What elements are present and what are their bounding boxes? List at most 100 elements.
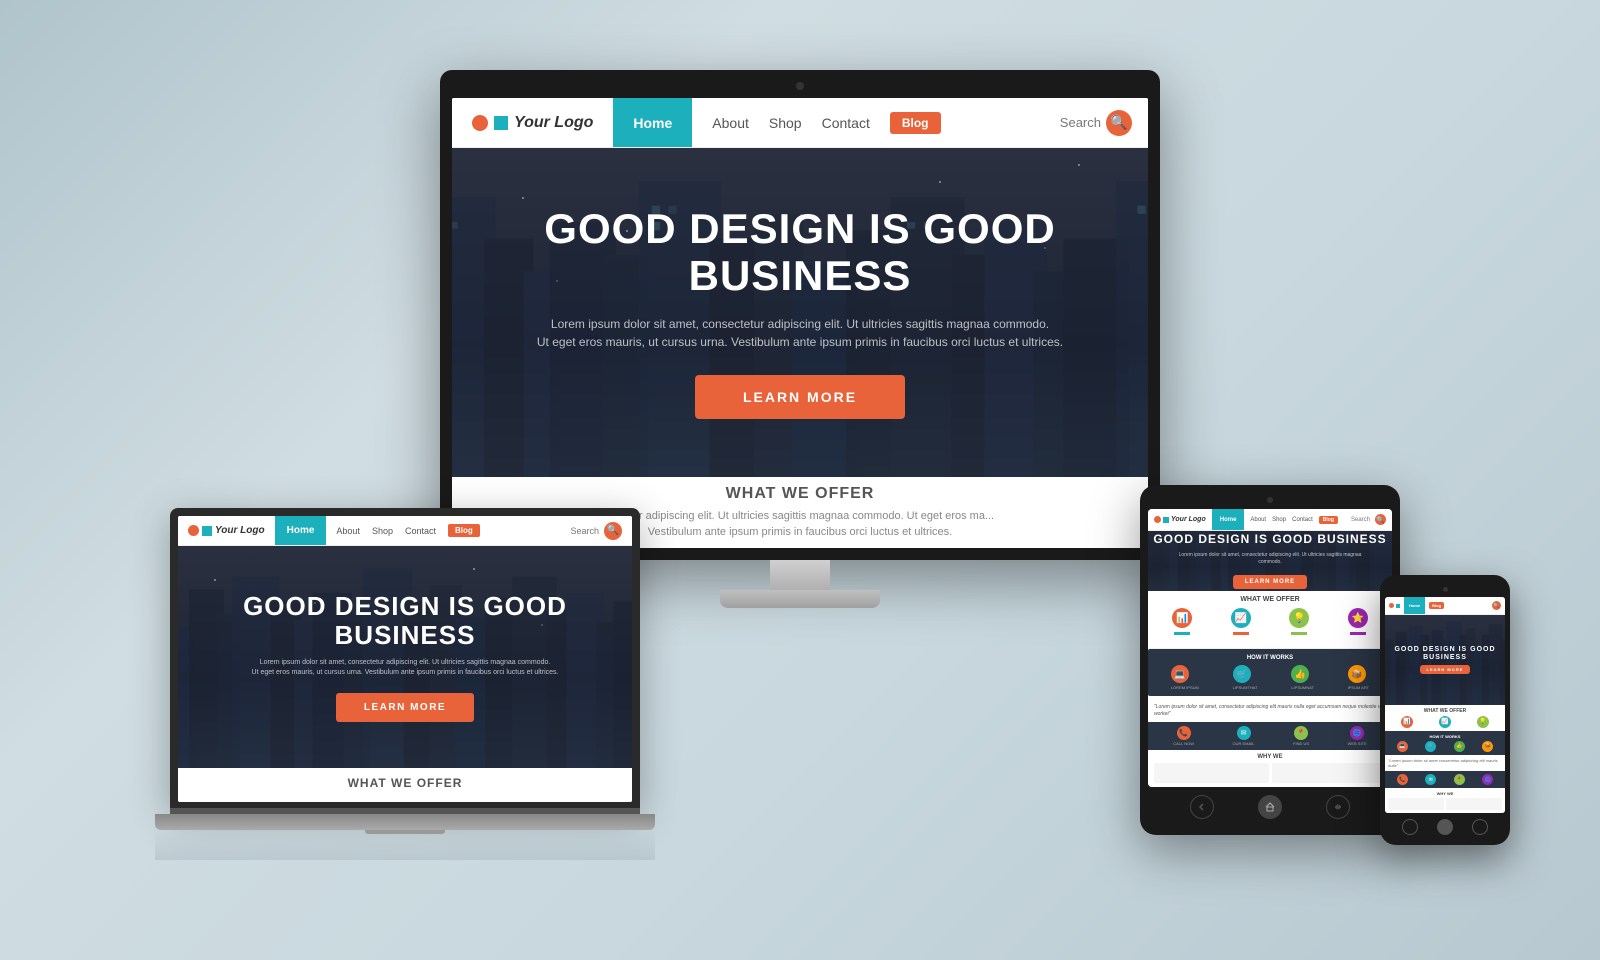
tablet: Your Logo Home About Shop Contact Blog S… (1140, 485, 1400, 835)
phone-nav-links: Blog (1425, 597, 1448, 614)
laptop-website: Your Logo Home About Shop Contact Blog S… (178, 516, 632, 802)
offer-text-line1: ...ctetur adipiscing elit. Ut ultricies … (606, 510, 994, 522)
how-label-3: LIPSUMNAT (1291, 685, 1314, 690)
tablet-progress-4 (1350, 632, 1366, 635)
phone-end-button[interactable] (1472, 819, 1488, 835)
logo-text: Your Logo (514, 114, 593, 132)
laptop-nav: Your Logo Home About Shop Contact Blog S… (178, 516, 632, 546)
nav-blog[interactable]: Blog (890, 112, 941, 134)
footer-icon-3: 📍 (1294, 726, 1308, 740)
tablet-progress-2 (1233, 632, 1249, 635)
laptop-nav-search: Search 🔍 (560, 516, 632, 545)
monitor-stand-base (720, 590, 880, 608)
tablet-search-icon[interactable]: 🔍 (1375, 514, 1386, 525)
footer-label-2: OUR EMAIL (1233, 741, 1255, 746)
tablet-camera (1267, 497, 1273, 503)
laptop-logo: Your Logo (178, 516, 275, 545)
tablet-nav-shop[interactable]: Shop (1272, 517, 1286, 523)
hero-subtitle-line1: Lorem ipsum dolor sit amet, consectetur … (551, 317, 1049, 331)
laptop-hero-subtitle: Lorem ipsum dolor sit amet, consectetur … (252, 658, 559, 679)
tablet-nav-home[interactable]: Home (1212, 509, 1245, 530)
laptop-offer-section: WHAT WE OFFER (178, 768, 632, 802)
tablet-icon-3: 💡 (1289, 608, 1309, 637)
tablet-why-title: WHY WE (1154, 754, 1386, 760)
tablet-how-item-3: 👍 LIPSUMNAT (1291, 665, 1314, 690)
desktop-offer-title: WHAT WE OFFER (460, 485, 1140, 503)
laptop: Your Logo Home About Shop Contact Blog S… (155, 508, 655, 830)
tablet-nav-blog[interactable]: Blog (1319, 516, 1338, 524)
logo-square (494, 116, 508, 130)
laptop-logo-square (202, 526, 212, 536)
monitor-stand-neck (770, 560, 830, 590)
laptop-nav-home[interactable]: Home (275, 516, 327, 545)
phone-nav-search: 🔍 (1488, 597, 1505, 614)
laptop-learn-more-button[interactable]: LEARN MORE (336, 693, 474, 722)
tablet-footer: 📞 CALL NOW ✉ OUR EMAIL 📍 FIND US 🌐 (1148, 722, 1392, 750)
tablet-how-item-1: 💻 LOREM IPSUM (1171, 665, 1199, 690)
phone-icon-2: 📈 (1439, 716, 1451, 728)
tablet-offer-section: WHAT WE OFFER 📊 📈 💡 (1148, 591, 1392, 649)
phone-learn-more-button[interactable]: LEARN MORE (1420, 665, 1471, 674)
tablet-nav-contact[interactable]: Contact (1292, 517, 1313, 523)
tablet-nav-about[interactable]: About (1250, 517, 1266, 523)
tablet-progress-3 (1291, 632, 1307, 635)
footer-item-3: 📍 FIND US (1293, 726, 1309, 746)
phone-search-icon[interactable]: 🔍 (1492, 601, 1501, 610)
tablet-icons-row: 📊 📈 💡 ⭐ (1153, 608, 1387, 637)
tablet-hero-title: GOOD DESIGN IS GOOD BUSINESS (1153, 533, 1386, 546)
phone-why-col-2 (1446, 798, 1502, 810)
phone-website: Home Blog 🔍 (1385, 597, 1505, 813)
nav-about[interactable]: About (712, 115, 749, 131)
phone-camera (1443, 587, 1448, 592)
tablet-how-title: HOW IT WORKS (1154, 655, 1386, 661)
phone-why-section: WHY WE (1385, 788, 1505, 813)
phone-back-button[interactable] (1402, 819, 1418, 835)
how-icon-4: 📦 (1348, 665, 1366, 683)
phone-hero: GOOD DESIGN IS GOOD BUSINESS LEARN MORE (1385, 615, 1505, 705)
nav-shop[interactable]: Shop (769, 115, 802, 131)
phone-nav-blog[interactable]: Blog (1429, 602, 1444, 609)
nav-contact[interactable]: Contact (822, 115, 870, 131)
laptop-search-icon[interactable]: 🔍 (604, 522, 622, 540)
tablet-why-content (1154, 763, 1386, 783)
desktop-learn-more-button[interactable]: LEARN MORE (695, 375, 905, 419)
laptop-frame: Your Logo Home About Shop Contact Blog S… (170, 508, 640, 808)
laptop-offer-title: WHAT WE OFFER (186, 776, 624, 790)
how-label-1: LOREM IPSUM (1171, 685, 1199, 690)
phone-offer-title: WHAT WE OFFER (1388, 708, 1502, 714)
phone-nav-home[interactable]: Home (1404, 597, 1425, 614)
laptop-logo-text: Your Logo (215, 525, 265, 536)
laptop-nav-shop[interactable]: Shop (372, 526, 393, 536)
laptop-hero: GOOD DESIGN IS GOOD BUSINESS Lorem ipsum… (178, 546, 632, 768)
tablet-home-bar (1148, 787, 1392, 823)
tablet-learn-more-button[interactable]: LEARN MORE (1233, 575, 1307, 589)
how-icon-3: 👍 (1291, 665, 1309, 683)
how-label-2: LIPSUMTHAT (1233, 685, 1258, 690)
phone-home-button[interactable] (1437, 819, 1453, 835)
end-icon (1333, 802, 1343, 812)
home-icon (1265, 802, 1275, 812)
phone-logo-square (1396, 604, 1400, 608)
search-icon[interactable]: 🔍 (1106, 110, 1132, 136)
phone-icons: 📊 📈 💡 (1388, 716, 1502, 728)
phone-footer-icon-2: ✉ (1425, 774, 1436, 785)
tablet-icon-4: ⭐ (1348, 608, 1368, 637)
desktop-nav-home[interactable]: Home (613, 98, 692, 147)
laptop-subtitle-1: Lorem ipsum dolor sit amet, consectetur … (260, 659, 551, 666)
phone-screen: Home Blog 🔍 (1385, 597, 1505, 813)
tablet-home-button[interactable] (1258, 795, 1282, 819)
tablet-back-button[interactable] (1190, 795, 1214, 819)
desktop-nav-search: Search 🔍 (1044, 98, 1148, 147)
phone-how-icon-4: 📦 (1482, 741, 1493, 752)
phone-how-icon-3: 👍 (1454, 741, 1465, 752)
tablet-end-button[interactable] (1326, 795, 1350, 819)
laptop-nav-contact[interactable]: Contact (405, 526, 436, 536)
phone-home-bar (1385, 813, 1505, 837)
tablet-screen: Your Logo Home About Shop Contact Blog S… (1148, 509, 1392, 787)
laptop-nav-blog[interactable]: Blog (448, 524, 480, 537)
laptop-nav-about[interactable]: About (336, 526, 360, 536)
cityscape-svg (452, 148, 1148, 477)
tablet-icon-2: 📈 (1231, 608, 1251, 637)
tablet-how-icons: 💻 LOREM IPSUM 🛒 LIPSUMTHAT 👍 LIPSUMNAT (1154, 665, 1386, 690)
footer-item-1: 📞 CALL NOW (1173, 726, 1194, 746)
